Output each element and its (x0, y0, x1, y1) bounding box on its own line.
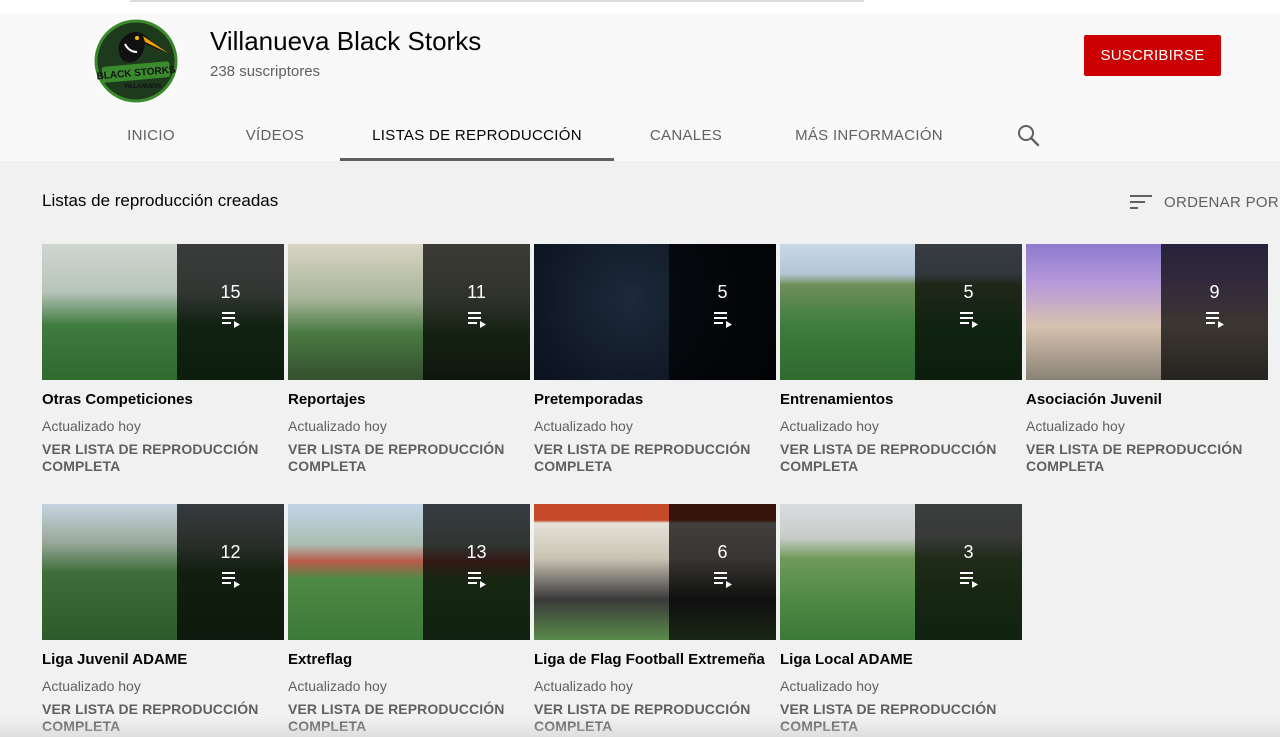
playlist-title[interactable]: Pretemporadas (534, 391, 776, 408)
playlist-updated: Actualizado hoy (1026, 418, 1125, 434)
playlist-overlay: 12 (177, 504, 284, 640)
playlist-thumbnail[interactable]: 5 (780, 244, 1022, 380)
playlist-updated: Actualizado hoy (42, 418, 141, 434)
playlist-updated: Actualizado hoy (42, 678, 141, 694)
playlist-updated: Actualizado hoy (288, 418, 387, 434)
playlist-icon (221, 311, 240, 328)
playlist-updated: Actualizado hoy (780, 418, 879, 434)
subscribe-button[interactable]: SUSCRIBIRSE (1084, 35, 1221, 76)
playlist-overlay: 9 (1161, 244, 1268, 380)
playlist-updated: Actualizado hoy (288, 678, 387, 694)
playlist-icon (467, 311, 486, 328)
view-full-playlist-link[interactable]: VER LISTA DE REPRODUCCIÓN COMPLETA (534, 441, 776, 475)
playlist-title[interactable]: Liga de Flag Football Extremeña (534, 651, 776, 668)
sort-icon (1130, 195, 1152, 209)
video-count: 5 (963, 281, 974, 302)
playlist-thumbnail[interactable]: 5 (534, 244, 776, 380)
playlist-title[interactable]: Entrenamientos (780, 391, 1022, 408)
playlist-icon (959, 311, 978, 328)
playlist-updated: Actualizado hoy (534, 418, 633, 434)
playlist-icon (713, 311, 732, 328)
video-count: 15 (220, 281, 241, 302)
view-full-playlist-link[interactable]: VER LISTA DE REPRODUCCIÓN COMPLETA (780, 701, 1022, 735)
playlist-title[interactable]: Reportajes (288, 391, 530, 408)
playlist-card: 6 Liga de Flag Football Extremeña Actual… (534, 504, 776, 735)
playlist-card: 9 Asociación Juvenil Actualizado hoy VER… (1026, 244, 1268, 475)
channel-header: BLACK STORKS VILLANUEVA Villanueva Black… (0, 14, 1280, 161)
channel-avatar[interactable]: BLACK STORKS VILLANUEVA (93, 18, 179, 104)
playlist-title[interactable]: Liga Juvenil ADAME (42, 651, 284, 668)
tab-inicio[interactable]: INICIO (104, 109, 198, 161)
view-full-playlist-link[interactable]: VER LISTA DE REPRODUCCIÓN COMPLETA (288, 701, 530, 735)
playlist-updated: Actualizado hoy (534, 678, 633, 694)
playlist-card: 15 Otras Competiciones Actualizado hoy V… (42, 244, 284, 475)
video-count: 5 (717, 281, 728, 302)
playlist-card: 12 Liga Juvenil ADAME Actualizado hoy VE… (42, 504, 284, 735)
playlist-thumbnail[interactable]: 3 (780, 504, 1022, 640)
view-full-playlist-link[interactable]: VER LISTA DE REPRODUCCIÓN COMPLETA (780, 441, 1022, 475)
playlist-card: 5 Entrenamientos Actualizado hoy VER LIS… (780, 244, 1022, 475)
playlist-card: 3 Liga Local ADAME Actualizado hoy VER L… (780, 504, 1022, 735)
video-count: 13 (466, 541, 487, 562)
top-strip (0, 0, 1280, 14)
sort-button[interactable]: ORDENAR POR (1130, 190, 1279, 214)
channel-tabs: INICIO VÍDEOS LISTAS DE REPRODUCCIÓN CAN… (0, 109, 1280, 161)
black-storks-logo: BLACK STORKS VILLANUEVA (94, 19, 178, 103)
tab-about[interactable]: MÁS INFORMACIÓN (774, 109, 964, 161)
search-icon[interactable] (1014, 121, 1044, 151)
view-full-playlist-link[interactable]: VER LISTA DE REPRODUCCIÓN COMPLETA (42, 441, 284, 475)
playlist-icon (221, 571, 240, 588)
playlist-thumbnail[interactable]: 12 (42, 504, 284, 640)
video-count: 12 (220, 541, 241, 562)
channel-name[interactable]: Villanueva Black Storks (210, 26, 481, 57)
video-count: 11 (467, 281, 486, 302)
playlist-title[interactable]: Liga Local ADAME (780, 651, 1022, 668)
video-count: 9 (1209, 281, 1220, 302)
playlist-title[interactable]: Otras Competiciones (42, 391, 284, 408)
playlist-icon (467, 571, 486, 588)
playlist-icon (713, 571, 732, 588)
playlist-overlay: 5 (669, 244, 776, 380)
top-divider (130, 0, 864, 2)
tab-playlists[interactable]: LISTAS DE REPRODUCCIÓN (340, 109, 614, 161)
playlist-thumbnail[interactable]: 15 (42, 244, 284, 380)
view-full-playlist-link[interactable]: VER LISTA DE REPRODUCCIÓN COMPLETA (534, 701, 776, 735)
view-full-playlist-link[interactable]: VER LISTA DE REPRODUCCIÓN COMPLETA (1026, 441, 1268, 475)
playlist-overlay: 6 (669, 504, 776, 640)
playlist-overlay: 5 (915, 244, 1022, 380)
playlist-icon (1205, 311, 1224, 328)
playlist-thumbnail[interactable]: 6 (534, 504, 776, 640)
playlist-overlay: 15 (177, 244, 284, 380)
section-title: Listas de reproducción creadas (42, 191, 279, 210)
playlist-thumbnail[interactable]: 9 (1026, 244, 1268, 380)
playlist-overlay: 13 (423, 504, 530, 640)
subscriber-count: 238 suscriptores (210, 63, 321, 80)
sort-label: ORDENAR POR (1164, 193, 1279, 211)
tab-channels[interactable]: CANALES (634, 109, 738, 161)
playlist-title[interactable]: Asociación Juvenil (1026, 391, 1268, 408)
playlist-card: 13 Extreflag Actualizado hoy VER LISTA D… (288, 504, 530, 735)
tab-videos[interactable]: VÍDEOS (228, 109, 322, 161)
playlist-card: 11 Reportajes Actualizado hoy VER LISTA … (288, 244, 530, 475)
playlist-thumbnail[interactable]: 11 (288, 244, 530, 380)
playlist-card: 5 Pretemporadas Actualizado hoy VER LIST… (534, 244, 776, 475)
video-count: 3 (963, 541, 974, 562)
logo-subtext: VILLANUEVA (124, 84, 163, 90)
playlist-title[interactable]: Extreflag (288, 651, 530, 668)
playlist-overlay: 3 (915, 504, 1022, 640)
view-full-playlist-link[interactable]: VER LISTA DE REPRODUCCIÓN COMPLETA (42, 701, 284, 735)
playlist-thumbnail[interactable]: 13 (288, 504, 530, 640)
playlist-icon (959, 571, 978, 588)
playlist-updated: Actualizado hoy (780, 678, 879, 694)
playlist-overlay: 11 (423, 244, 530, 380)
video-count: 6 (717, 541, 728, 562)
view-full-playlist-link[interactable]: VER LISTA DE REPRODUCCIÓN COMPLETA (288, 441, 530, 475)
